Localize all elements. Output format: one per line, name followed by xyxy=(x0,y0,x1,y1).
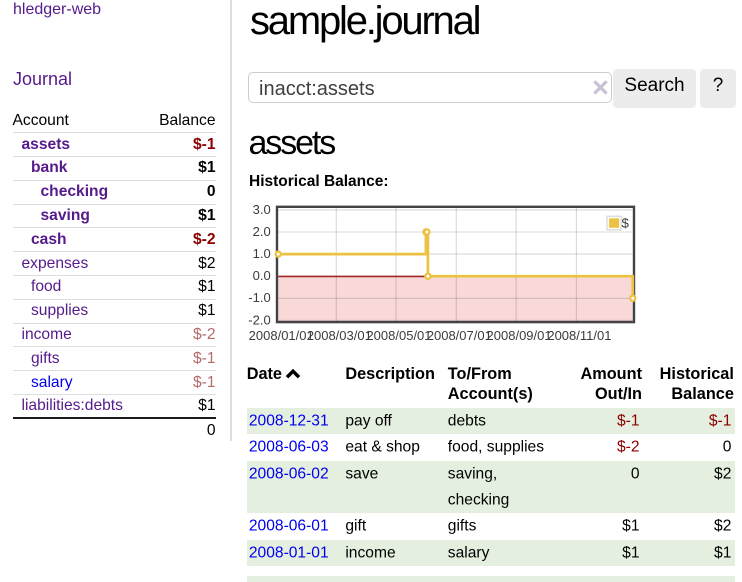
svg-text:2008/11/01: 2008/11/01 xyxy=(547,328,611,343)
svg-text:1.0: 1.0 xyxy=(253,246,271,261)
svg-text:2008/05/01: 2008/05/01 xyxy=(366,328,431,343)
svg-text:0.0: 0.0 xyxy=(253,268,271,283)
svg-text:3.0: 3.0 xyxy=(253,202,271,217)
svg-text:2.0: 2.0 xyxy=(253,224,271,239)
svg-text:-1.0: -1.0 xyxy=(248,290,270,305)
svg-text:2008/03/01: 2008/03/01 xyxy=(307,328,372,343)
svg-text:2008/09/01: 2008/09/01 xyxy=(487,328,552,343)
svg-text:2008/01/01: 2008/01/01 xyxy=(249,328,314,343)
svg-text:$: $ xyxy=(622,215,630,230)
svg-text:-2.0: -2.0 xyxy=(248,312,270,327)
svg-text:2008/07/01: 2008/07/01 xyxy=(427,328,492,343)
